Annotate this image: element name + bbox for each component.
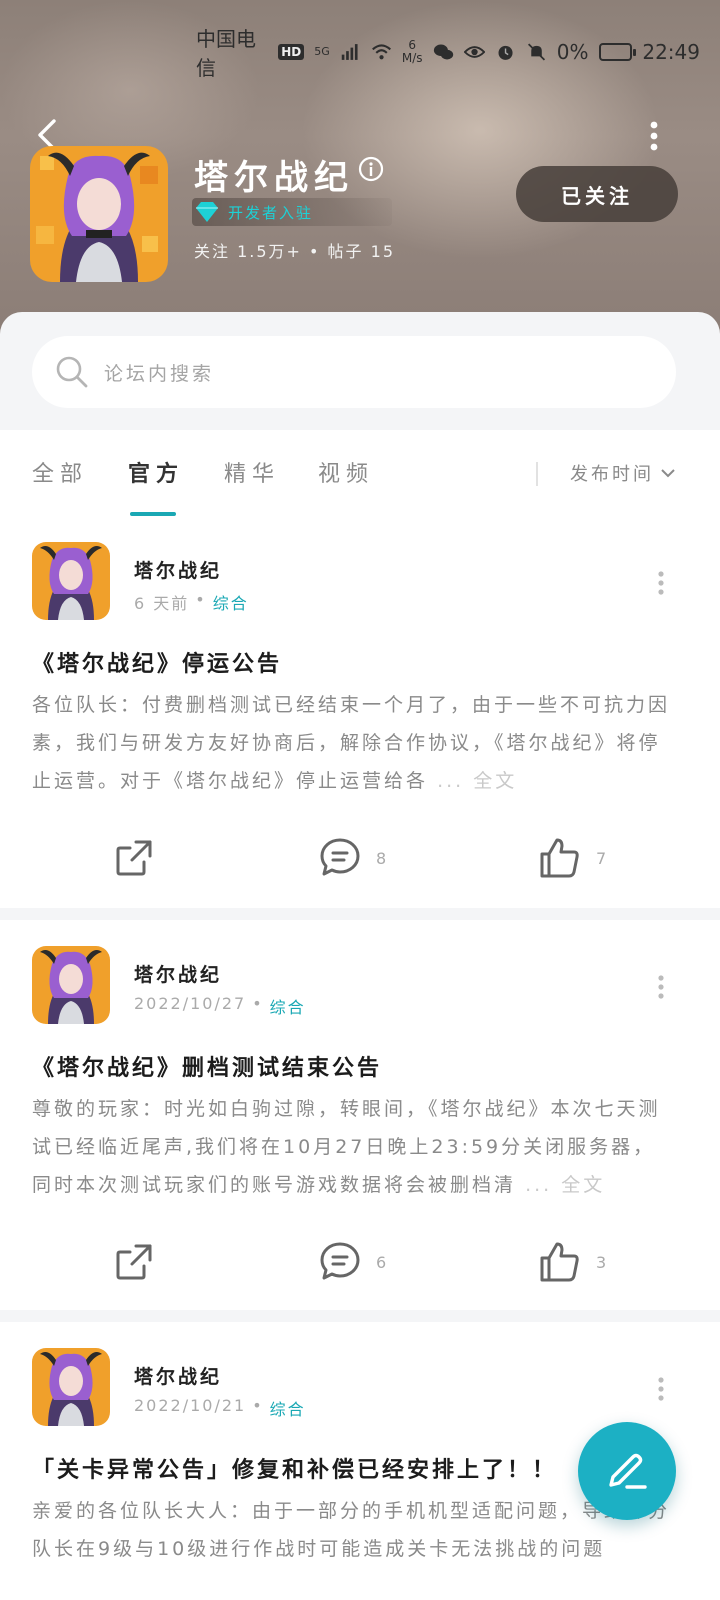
post-title[interactable]: 《塔尔战纪》删档测试结束公告 — [32, 1050, 382, 1082]
diamond-icon — [196, 202, 218, 222]
tab-all[interactable]: 全部 — [32, 456, 88, 488]
post-author[interactable]: 塔尔战纪 — [134, 556, 222, 583]
search-input[interactable]: 论坛内搜索 — [32, 336, 676, 408]
post-actions: 6 3 — [0, 1232, 720, 1292]
like-count: 7 — [596, 848, 607, 868]
comment-button[interactable]: 8 — [318, 828, 386, 888]
post-time: 2022/10/21 — [134, 1396, 247, 1415]
like-button[interactable]: 3 — [538, 1232, 606, 1292]
hd-badge: HD — [278, 44, 305, 60]
author-avatar-image — [32, 946, 110, 1024]
post-time: 6 天前 — [134, 594, 190, 613]
post-card[interactable]: 塔尔战纪 2022/10/27 • 综合 《塔尔战纪》删档测试结束公告 尊敬的玩… — [0, 920, 720, 1310]
post-card[interactable]: 塔尔战纪 6 天前 • 综合 《塔尔战纪》停运公告 各位队长：付费删档测试已经结… — [0, 516, 720, 908]
thumbs-up-icon — [540, 838, 579, 878]
status-bar: 中国电信 HD 5G 6 M/s 0% 22:49 — [196, 27, 700, 80]
post-category[interactable]: 综合 — [270, 1396, 306, 1420]
post-author[interactable]: 塔尔战纪 — [134, 1362, 222, 1389]
tab-featured[interactable]: 精华 — [224, 456, 280, 488]
post-excerpt-text: 亲爱的各位队长大人：由于一部分的手机机型适配问题，导致部分队长在9级与10级进行… — [32, 1500, 671, 1560]
compose-post-button[interactable] — [578, 1422, 676, 1520]
share-button[interactable] — [112, 1232, 156, 1292]
author-avatar-image — [32, 542, 110, 620]
info-icon[interactable] — [358, 156, 384, 182]
post-title[interactable]: 《塔尔战纪》停运公告 — [32, 646, 282, 678]
battery-percent: 0% — [556, 40, 589, 64]
share-icon — [116, 840, 152, 876]
forum-stats: 关注 1.5万+ • 帖子 15 — [194, 242, 395, 261]
post-excerpt-text: 各位队长：付费删档测试已经结束一个月了，由于一些不可抗力因素，我们与研发方友好协… — [32, 694, 671, 792]
pen-icon — [609, 1453, 647, 1489]
eye-icon — [463, 46, 485, 58]
follow-button[interactable]: 已关注 — [516, 166, 678, 222]
post-excerpt[interactable]: 各位队长：付费删档测试已经结束一个月了，由于一些不可抗力因素，我们与研发方友好协… — [32, 686, 672, 800]
post-author[interactable]: 塔尔战纪 — [134, 960, 222, 987]
like-count: 3 — [596, 1252, 607, 1272]
game-character-image — [30, 146, 168, 282]
developer-badge: 开发者入驻 — [192, 198, 392, 226]
forum-title: 塔尔战纪 — [194, 158, 354, 198]
battery-icon — [598, 43, 637, 61]
read-more-link[interactable]: ... 全文 — [437, 770, 517, 792]
tab-divider — [536, 462, 538, 486]
clock-time: 22:49 — [642, 40, 700, 64]
comment-count: 8 — [376, 848, 387, 868]
post-category[interactable]: 综合 — [213, 590, 249, 614]
meta-dot: • — [252, 1396, 264, 1415]
chevron-down-icon — [661, 469, 675, 478]
post-category[interactable]: 综合 — [270, 994, 306, 1018]
sort-label: 发布时间 — [570, 464, 654, 485]
wechat-icon — [433, 44, 453, 60]
carrier-label: 中国电信 — [196, 27, 256, 80]
author-avatar-image — [32, 1348, 110, 1426]
post-meta: 2022/10/27 • 综合 — [134, 994, 306, 1018]
post-time: 2022/10/27 — [134, 994, 247, 1013]
search-placeholder: 论坛内搜索 — [104, 362, 215, 385]
comment-button[interactable]: 6 — [318, 1232, 386, 1292]
post-more-icon[interactable] — [656, 570, 666, 596]
meta-dot: • — [195, 590, 207, 609]
wifi-icon — [371, 44, 391, 60]
forum-avatar — [30, 146, 168, 282]
comment-icon — [320, 1242, 360, 1280]
share-button[interactable] — [112, 828, 156, 888]
mute-bell-icon — [527, 43, 545, 61]
author-avatar[interactable] — [32, 542, 110, 620]
tab-video[interactable]: 视频 — [318, 456, 374, 488]
post-excerpt[interactable]: 尊敬的玩家：时光如白驹过隙，转眼间，《塔尔战纪》本次七天测试已经临近尾声,我们将… — [32, 1090, 672, 1204]
meta-dot: • — [252, 994, 264, 1013]
header-banner: 中国电信 HD 5G 6 M/s 0% 22:49 塔尔战纪 开发者入驻 关注 … — [0, 0, 720, 340]
net-speed: 6 M/s — [401, 38, 423, 65]
signal-icon — [341, 44, 358, 60]
post-excerpt[interactable]: 亲爱的各位队长大人：由于一部分的手机机型适配问题，导致部分队长在9级与10级进行… — [32, 1492, 672, 1582]
alarm-icon — [498, 45, 513, 60]
comment-count: 6 — [376, 1252, 387, 1272]
post-more-icon[interactable] — [656, 974, 666, 1000]
more-vertical-icon[interactable] — [644, 120, 664, 152]
thumbs-up-icon — [540, 1242, 579, 1282]
post-meta: 6 天前 • 综合 — [134, 590, 249, 614]
post-meta: 2022/10/21 • 综合 — [134, 1396, 306, 1420]
comment-icon — [320, 838, 360, 876]
developer-badge-label: 开发者入驻 — [228, 203, 314, 222]
read-more-link[interactable]: ... 全文 — [525, 1174, 605, 1196]
tab-official[interactable]: 官方 — [128, 456, 184, 488]
post-actions: 8 7 — [0, 828, 720, 888]
author-avatar[interactable] — [32, 1348, 110, 1426]
tab-bar: 全部 官方 精华 视频 发布时间 — [0, 430, 720, 522]
post-more-icon[interactable] — [656, 1376, 666, 1402]
like-button[interactable]: 7 — [538, 828, 606, 888]
sort-dropdown[interactable]: 发布时间 — [570, 460, 676, 486]
post-title[interactable]: 「关卡异常公告」修复和补偿已经安排上了！！ — [32, 1452, 557, 1484]
search-icon — [56, 356, 88, 388]
author-avatar[interactable] — [32, 946, 110, 1024]
share-icon — [116, 1244, 152, 1280]
network-type: 5G — [314, 45, 330, 58]
